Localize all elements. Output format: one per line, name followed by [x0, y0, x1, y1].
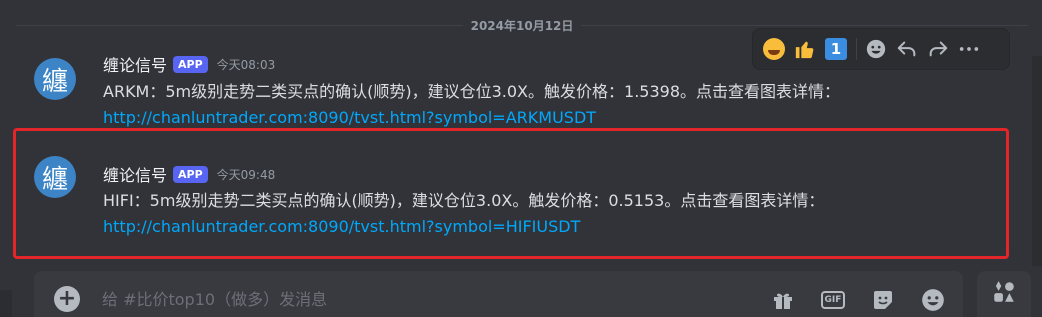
timestamp: 今天09:48 [216, 167, 276, 182]
apps-icon [991, 279, 1017, 309]
app-badge: APP [173, 55, 208, 73]
gif-icon[interactable]: GIF [820, 287, 846, 313]
add-attachment-button[interactable]: + [54, 286, 80, 312]
timestamp: 今天08:03 [216, 57, 276, 72]
message-link[interactable]: http://chanluntrader.com:8090/tvst.html?… [103, 217, 580, 236]
keycap-one-icon[interactable]: 1 [821, 34, 851, 64]
date-divider-text: 2024年10月12日 [470, 18, 574, 33]
message-content: ARKM：5m级别走势二类买点的确认(顺势)，建议仓位3.0X。触发价格：1.5… [103, 79, 963, 131]
app-badge: APP [173, 165, 208, 183]
sidebar-edge [0, 290, 12, 317]
sticker-icon[interactable] [870, 287, 896, 313]
more-icon[interactable] [954, 34, 984, 64]
avatar[interactable]: 纏 [34, 58, 76, 100]
add-reaction-icon[interactable] [861, 34, 891, 64]
username[interactable]: 缠论信号 [103, 52, 167, 76]
message-header: 缠论信号 APP 今天09:48 [103, 163, 275, 185]
gift-icon[interactable] [770, 287, 796, 313]
message-item[interactable]: 纏 缠论信号 APP 今天09:48 HIFI：5m级别走势二类买点的确认(顺势… [0, 132, 1028, 256]
message-text: ARKM：5m级别走势二类买点的确认(顺势)，建议仓位3.0X。触发价格：1.5… [103, 82, 841, 101]
toolbar-separator [856, 38, 857, 60]
forward-icon[interactable] [923, 34, 953, 64]
message-composer: + GIF [34, 271, 963, 317]
message-content: HIFI：5m级别走势二类买点的确认(顺势)，建议仓位3.0X。触发价格：0.5… [103, 188, 983, 240]
emoji-icon[interactable] [920, 287, 946, 313]
message-input[interactable] [102, 286, 702, 312]
divider-line [581, 24, 1028, 26]
message-toolbar: 1 [752, 28, 1010, 70]
scrollbar[interactable] [1032, 56, 1042, 266]
apps-button[interactable] [977, 271, 1031, 317]
thumbs-up-icon[interactable] [790, 34, 820, 64]
message-text: HIFI：5m级别走势二类买点的确认(顺势)，建议仓位3.0X。触发价格：0.5… [103, 191, 825, 210]
message-header: 缠论信号 APP 今天08:03 [103, 53, 275, 75]
avatar[interactable]: 纏 [34, 156, 76, 198]
message-link[interactable]: http://chanluntrader.com:8090/tvst.html?… [103, 108, 596, 127]
divider-line [16, 24, 463, 26]
laughing-face-icon[interactable] [759, 34, 789, 64]
reply-icon[interactable] [892, 34, 922, 64]
username[interactable]: 缠论信号 [103, 162, 167, 186]
